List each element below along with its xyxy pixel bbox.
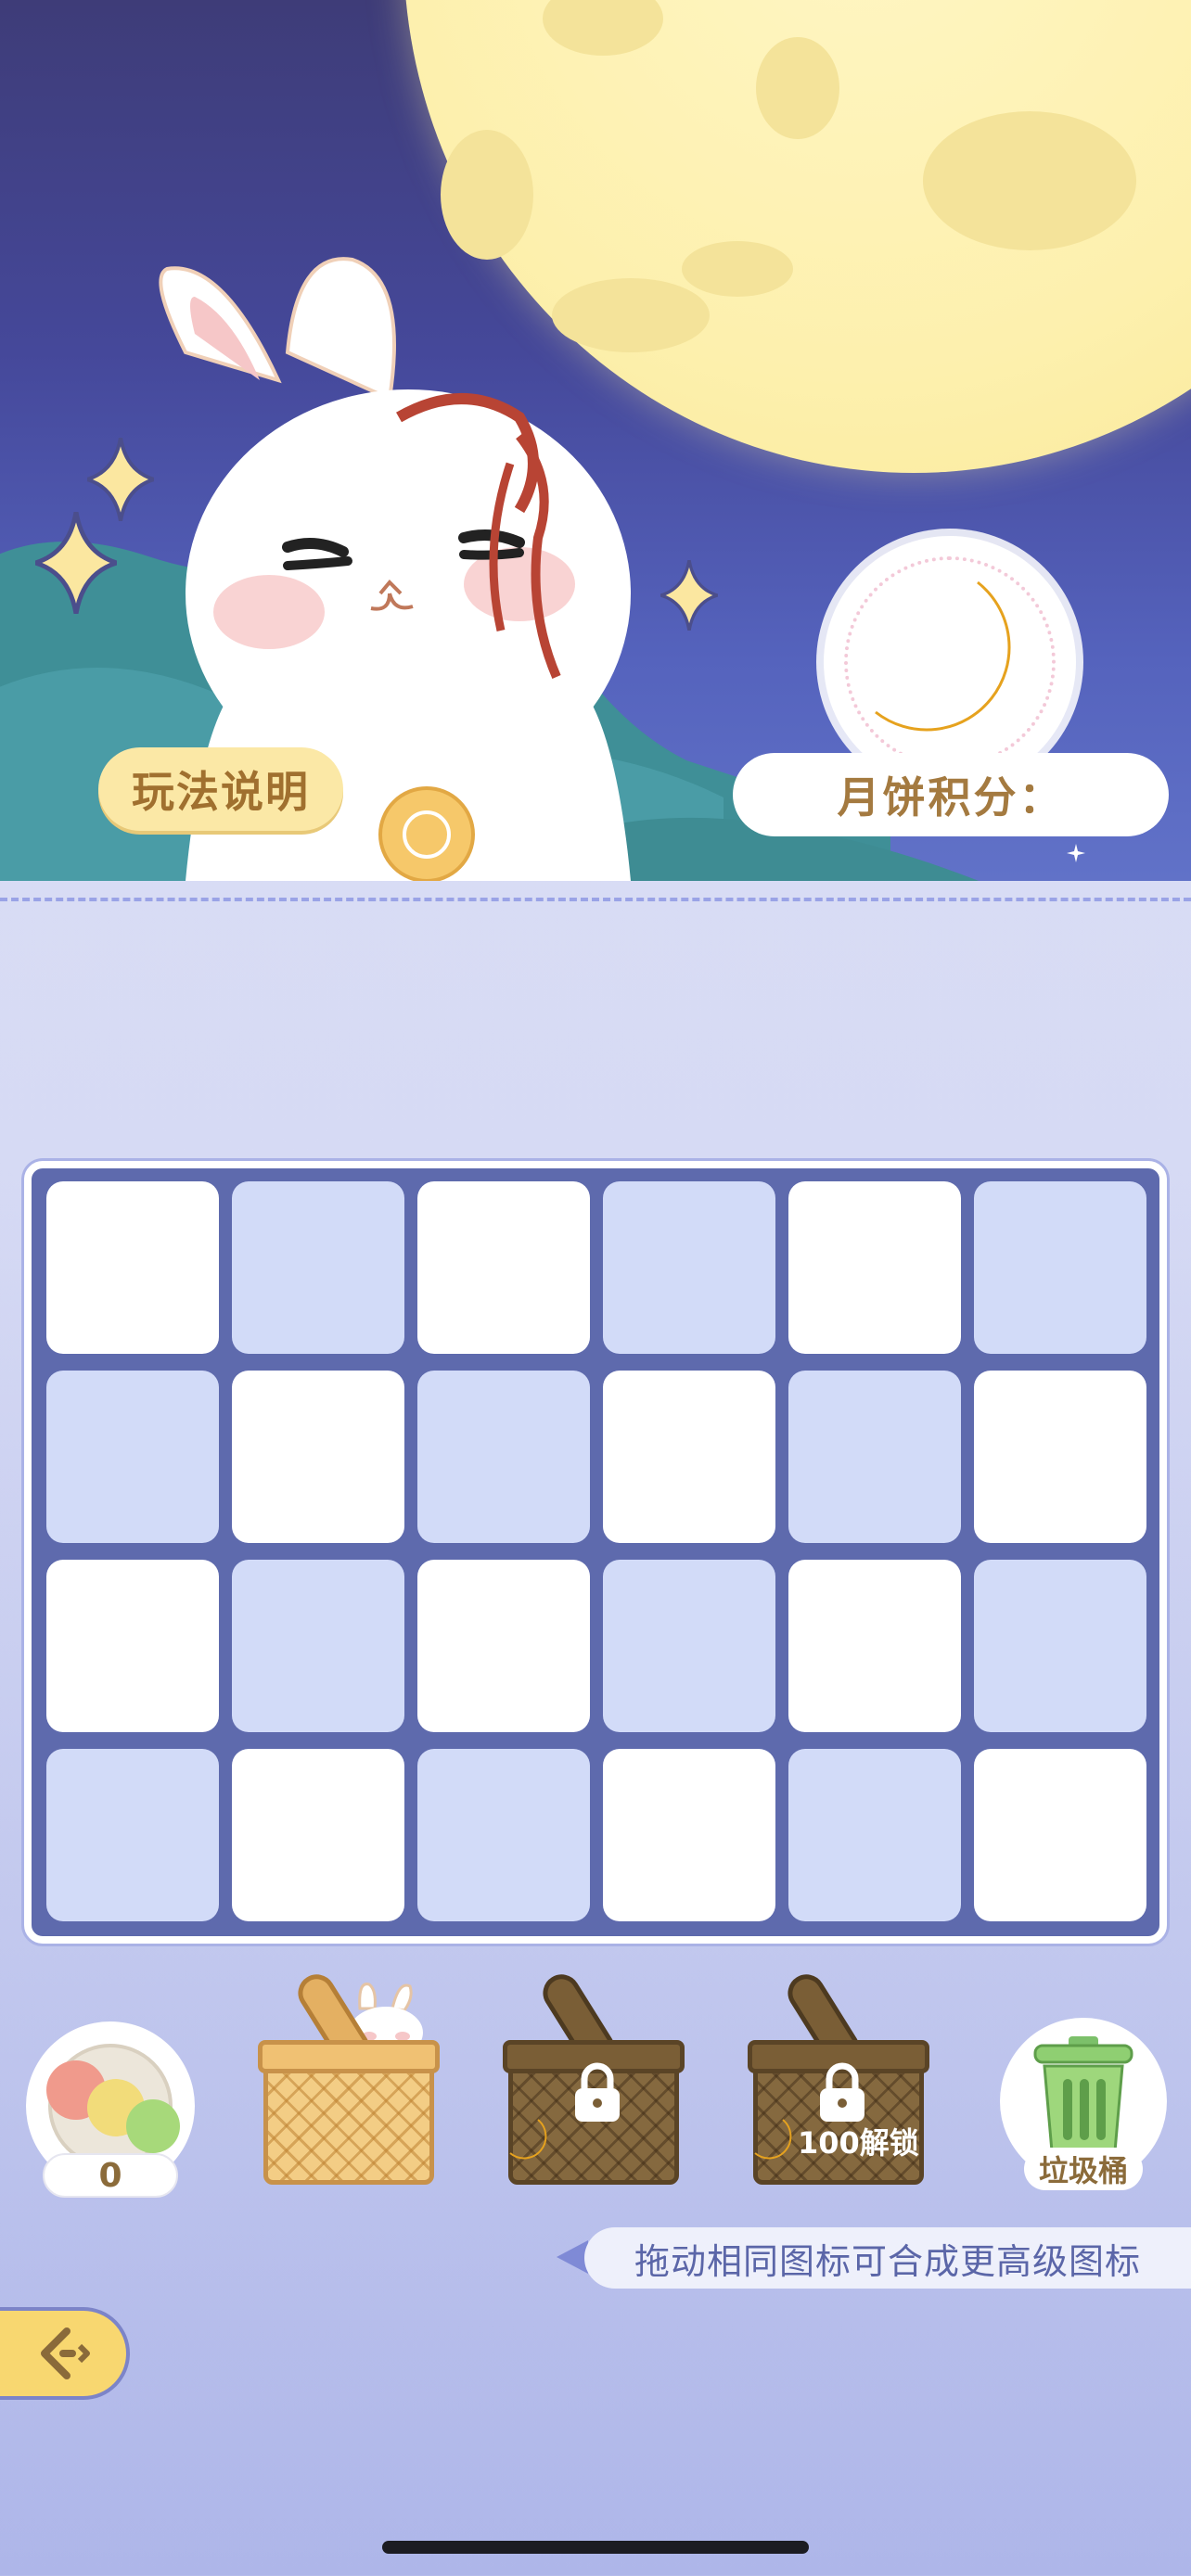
grid-cell[interactable] bbox=[46, 1749, 219, 1921]
trash-icon bbox=[1033, 2036, 1133, 2153]
grid-cell[interactable] bbox=[603, 1749, 775, 1921]
grid-cell[interactable] bbox=[417, 1181, 590, 1354]
lock-icon bbox=[575, 2062, 620, 2122]
lock-icon bbox=[820, 2062, 864, 2122]
basket-locked-2[interactable]: 100解锁 bbox=[748, 1960, 933, 2192]
merge-hint-text: 拖动相同图标可合成更高级图标 bbox=[634, 2240, 1142, 2282]
grid-cell[interactable] bbox=[788, 1181, 961, 1354]
grid-cell[interactable] bbox=[974, 1560, 1146, 1732]
merge-grid bbox=[46, 1181, 1146, 1921]
grid-cell[interactable] bbox=[232, 1181, 404, 1354]
grid-cell[interactable] bbox=[974, 1181, 1146, 1354]
crescent-moon-icon bbox=[754, 2119, 792, 2160]
merge-hint: 拖动相同图标可合成更高级图标 bbox=[584, 2227, 1191, 2289]
crescent-moon-icon bbox=[875, 580, 1011, 732]
mooncake-badge bbox=[824, 536, 1076, 788]
dango-plate[interactable]: 0 bbox=[26, 2021, 195, 2198]
grid-cell[interactable] bbox=[417, 1371, 590, 1543]
grid-cell[interactable] bbox=[417, 1560, 590, 1732]
merge-board bbox=[24, 1161, 1167, 1944]
grid-cell[interactable] bbox=[788, 1749, 961, 1921]
grid-cell[interactable] bbox=[232, 1749, 404, 1921]
back-button[interactable] bbox=[0, 2307, 130, 2400]
crescent-moon-icon bbox=[509, 2119, 547, 2160]
dango-count: 0 bbox=[43, 2153, 178, 2198]
grid-cell[interactable] bbox=[603, 1560, 775, 1732]
unlock-cost-label: 100解锁 bbox=[798, 2125, 919, 2161]
divider bbox=[0, 898, 1191, 901]
grid-cell[interactable] bbox=[788, 1371, 961, 1543]
grid-cell[interactable] bbox=[232, 1371, 404, 1543]
grid-cell[interactable] bbox=[974, 1749, 1146, 1921]
grid-cell[interactable] bbox=[46, 1560, 219, 1732]
help-button[interactable]: 玩法说明 bbox=[98, 747, 343, 831]
mooncake-score-label: 月饼积分： bbox=[733, 753, 1169, 836]
grid-cell[interactable] bbox=[46, 1181, 219, 1354]
banner: 玩法说明 月饼积分： bbox=[0, 0, 1191, 881]
trash-bin-button[interactable]: 垃圾桶 bbox=[1000, 2018, 1167, 2194]
sparkle-icon bbox=[35, 512, 117, 614]
grid-cell[interactable] bbox=[603, 1181, 775, 1354]
home-indicator[interactable] bbox=[382, 2541, 809, 2554]
grid-cell[interactable] bbox=[603, 1371, 775, 1543]
hint-arrow-icon bbox=[557, 2240, 588, 2274]
grid-cell[interactable] bbox=[46, 1371, 219, 1543]
basket-open[interactable] bbox=[258, 1960, 443, 2192]
grid-cell[interactable] bbox=[974, 1371, 1146, 1543]
back-arrow-icon bbox=[41, 2327, 90, 2379]
grid-cell[interactable] bbox=[232, 1560, 404, 1732]
grid-cell[interactable] bbox=[788, 1560, 961, 1732]
grid-cell[interactable] bbox=[417, 1749, 590, 1921]
trash-label: 垃圾桶 bbox=[1024, 2148, 1143, 2190]
star-icon bbox=[1067, 844, 1085, 862]
basket-locked-1[interactable] bbox=[503, 1960, 688, 2192]
